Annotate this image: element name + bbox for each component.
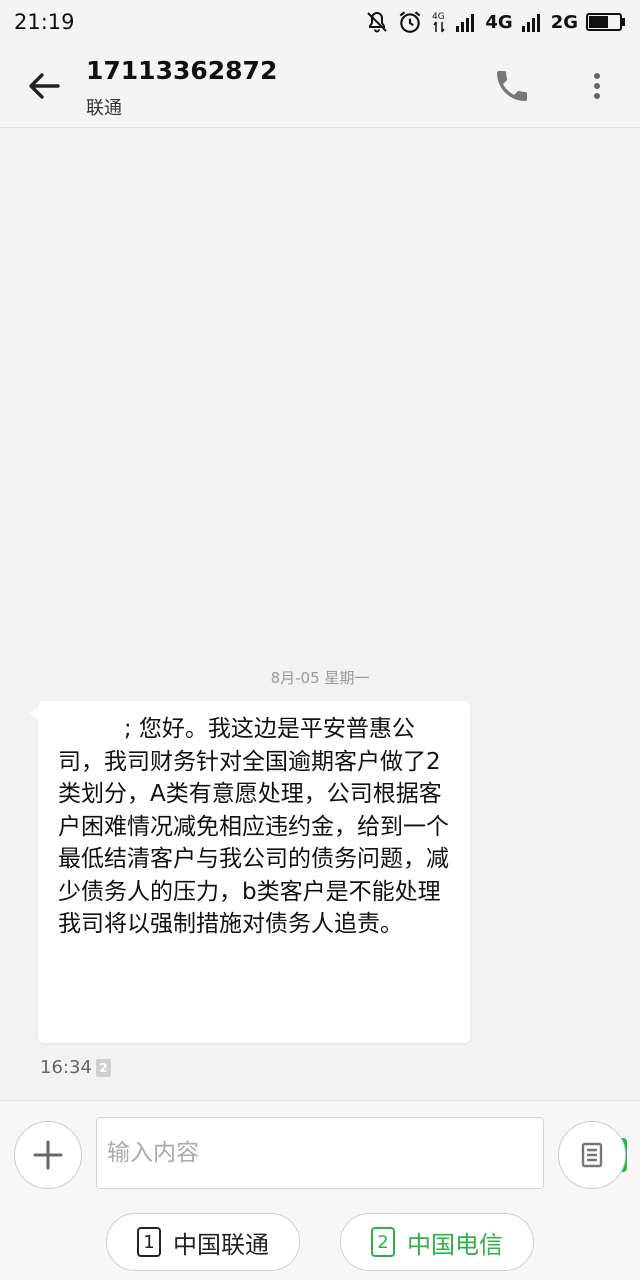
svg-text:4G: 4G bbox=[432, 12, 445, 22]
network-1-label: 4G bbox=[485, 11, 513, 33]
back-arrow-icon bbox=[29, 73, 60, 99]
message-meta: 16:34 2 bbox=[40, 1057, 111, 1078]
battery-fill bbox=[589, 16, 608, 28]
message-text: ; 您好。我这边是平安普惠公司，我司财务针对全国逾期客户做了2类划分，A类有意愿… bbox=[58, 716, 449, 937]
date-separator: 8月-05 星期一 bbox=[270, 669, 370, 687]
send-sim2-button[interactable]: 2 中国电信 bbox=[340, 1213, 534, 1271]
more-vert-icon bbox=[594, 73, 600, 99]
plus-icon bbox=[33, 1140, 63, 1170]
received-message-bubble[interactable]: ; 您好。我这边是平安普惠公司，我司财务针对全国逾期客户做了2类划分，A类有意愿… bbox=[28, 701, 470, 1043]
message-list[interactable]: 8月-05 星期一 ; 您好。我这边是平安普惠公司，我司财务针对全国逾期客户做了… bbox=[0, 129, 640, 1099]
status-icons: 4G 4G 2G bbox=[365, 9, 626, 35]
signal-icon bbox=[521, 14, 540, 32]
status-bar: 21:19 4G 4G 2G bbox=[0, 0, 640, 44]
send-sim1-button[interactable]: 1 中国联通 bbox=[106, 1213, 300, 1271]
add-attachment-button[interactable] bbox=[14, 1121, 82, 1189]
battery-icon bbox=[586, 13, 625, 31]
template-icon bbox=[581, 1142, 603, 1168]
message-time: 16:34 bbox=[40, 1057, 92, 1078]
sim2-label: 中国电信 bbox=[407, 1230, 503, 1259]
conversation-header: 17113362872 联通 bbox=[0, 44, 640, 128]
more-options-button[interactable] bbox=[580, 66, 614, 106]
message-input[interactable] bbox=[107, 1132, 487, 1174]
data-4g-icon: 4G bbox=[432, 12, 445, 33]
back-button[interactable] bbox=[24, 66, 64, 106]
message-input-box[interactable]: 2 bbox=[96, 1117, 627, 1189]
contact-number: 17113362872 bbox=[86, 56, 278, 85]
bubble-tail bbox=[28, 707, 40, 721]
alarm-icon bbox=[399, 11, 421, 33]
network-2-label: 2G bbox=[550, 11, 578, 33]
quick-template-button[interactable] bbox=[558, 1121, 626, 1189]
composer: 2 1 中国联通 2 中国电信 bbox=[0, 1100, 640, 1280]
sim2-icon: 2 bbox=[371, 1227, 395, 1257]
sim1-label: 中国联通 bbox=[173, 1230, 269, 1259]
contact-carrier: 联通 bbox=[86, 98, 122, 119]
sim1-icon: 1 bbox=[137, 1227, 161, 1257]
sim-badge: 2 bbox=[95, 1058, 111, 1077]
signal-icon bbox=[456, 14, 475, 32]
status-time: 21:19 bbox=[14, 10, 75, 34]
bell-off-icon bbox=[367, 11, 388, 33]
phone-icon bbox=[497, 71, 527, 101]
call-button[interactable] bbox=[492, 66, 532, 106]
